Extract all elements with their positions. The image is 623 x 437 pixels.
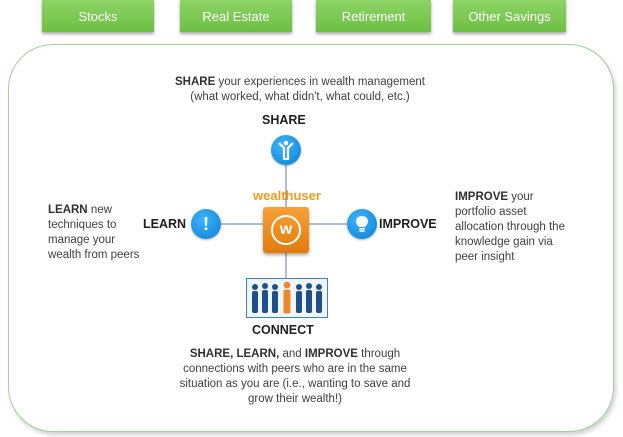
connect-desc-share: SHARE, xyxy=(189,348,234,360)
share-desc-rest: your experiences in wealth management xyxy=(218,76,425,88)
learn-description: LEARN new techniques to manage your weal… xyxy=(48,203,158,263)
connect-description: SHARE, LEARN, and IMPROVE through connec… xyxy=(150,347,440,407)
connect-desc-learn: LEARN, xyxy=(236,348,280,360)
improve-description: IMPROVE your portfolio asset allocation … xyxy=(455,190,605,265)
share-heading: SHARE xyxy=(262,113,306,127)
lightbulb-icon xyxy=(347,209,377,239)
people-group-icon xyxy=(246,278,328,318)
improve-desc-bold: IMPROVE xyxy=(455,191,509,203)
connect-desc-l1-rest: through xyxy=(361,348,401,360)
connect-desc-l3: situation as you are (i.e., wanting to s… xyxy=(179,378,411,390)
share-desc-bold: SHARE xyxy=(175,76,216,88)
improve-desc-l5: peer insight xyxy=(455,251,515,263)
connect-desc-and: and xyxy=(282,348,302,360)
connect-desc-l2: connections with peers who are in the sa… xyxy=(183,363,407,375)
improve-desc-l4: knowledge gain via xyxy=(455,236,553,248)
improve-desc-l2: portfolio asset xyxy=(455,206,527,218)
learn-heading: LEARN xyxy=(143,217,187,231)
person-arms-up-icon xyxy=(271,135,301,165)
connect-desc-l4: grow their wealth!) xyxy=(248,393,342,405)
improve-desc-l3: allocation through the xyxy=(455,221,565,233)
improve-heading: IMPROVE xyxy=(379,217,437,231)
learn-desc-l4: wealth from peers xyxy=(48,249,140,261)
share-desc-line2: (what worked, what didn't, what could, e… xyxy=(190,91,410,103)
learn-desc-l3: manage your xyxy=(48,234,116,246)
logo-letter: w xyxy=(271,215,301,245)
brand-name: wealthuser xyxy=(253,188,321,203)
share-description: SHARE your experiences in wealth managem… xyxy=(155,75,445,105)
connect-heading: CONNECT xyxy=(252,323,314,337)
learn-desc-l1: new xyxy=(90,204,112,216)
wealthuser-logo: w xyxy=(263,207,309,253)
exclamation-icon: ! xyxy=(191,209,221,239)
learn-desc-bold: LEARN xyxy=(48,204,88,216)
improve-desc-l1: your xyxy=(511,191,534,203)
connect-desc-improve: IMPROVE xyxy=(304,348,358,360)
learn-desc-l2: techniques to xyxy=(48,219,117,231)
